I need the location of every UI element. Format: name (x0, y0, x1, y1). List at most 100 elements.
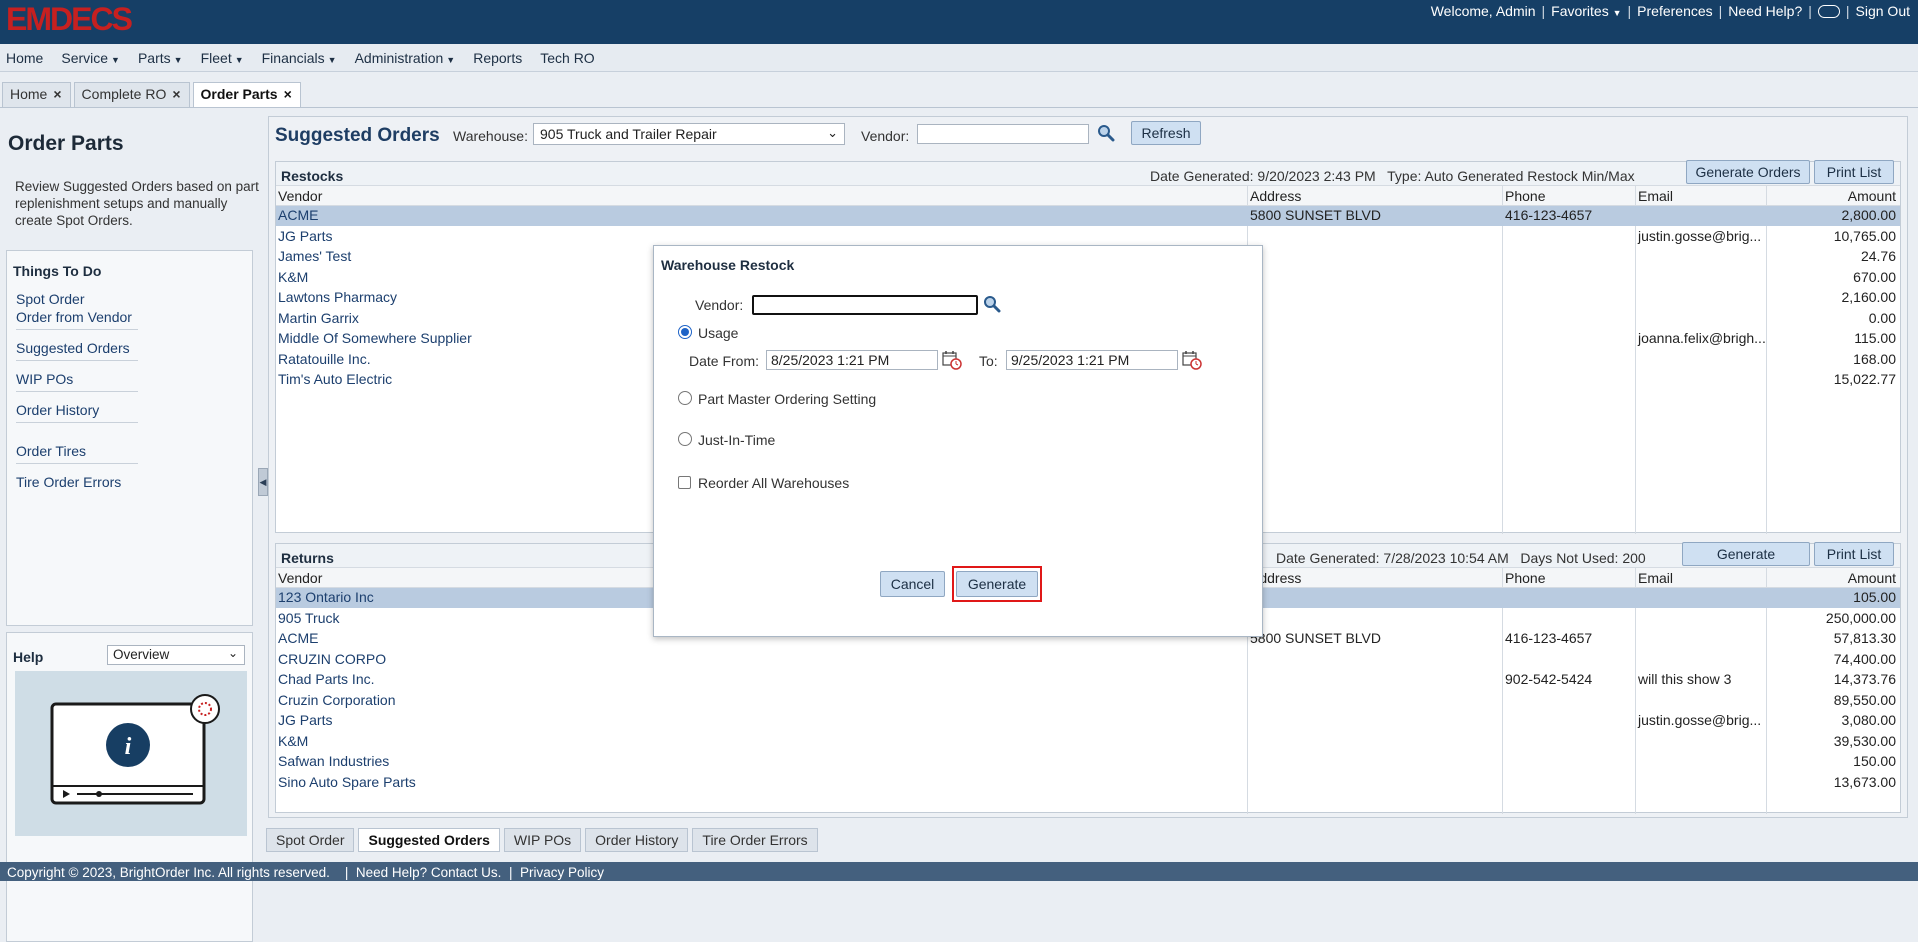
todo-suggested-orders[interactable]: Suggested Orders (16, 340, 130, 356)
bottom-tabs: Spot Order Suggested Orders WIP POs Orde… (266, 828, 818, 852)
cell-amount: 0.00 (1868, 309, 1896, 326)
document-tabs: Home × Complete RO × Order Parts × (0, 82, 301, 108)
close-icon[interactable]: × (53, 86, 61, 102)
chat-icon[interactable] (1817, 4, 1840, 18)
search-icon[interactable] (1097, 124, 1115, 142)
doc-tab-order-parts[interactable]: Order Parts × (192, 82, 301, 108)
table-row[interactable]: Chad Parts Inc. 902-542-5424 will this sho… (276, 670, 1900, 690)
vendor-input[interactable] (917, 124, 1089, 144)
generate-button[interactable]: Generate (956, 571, 1038, 597)
table-row[interactable]: CRUZIN CORPO 74,400.00 (276, 650, 1900, 670)
generate-orders-button[interactable]: Generate Orders (1686, 160, 1810, 184)
search-icon[interactable] (983, 295, 1001, 313)
help-topic-select[interactable]: Overview ⌄ (107, 645, 245, 665)
left-sidebar: Order Parts Review Suggested Orders base… (0, 108, 259, 942)
top-links: Welcome, Admin | Favorites ▼ | Preferenc… (1430, 3, 1910, 19)
cell-amount: 13,673.00 (1833, 773, 1896, 790)
to-label: To: (979, 353, 998, 369)
preferences-link[interactable]: Preferences (1637, 3, 1712, 19)
nav-administration[interactable]: Administration ▼ (355, 50, 456, 66)
chevron-down-icon: ▼ (1612, 8, 1622, 18)
todo-spot-order[interactable]: Spot Order (16, 291, 84, 307)
cell-vendor: Cruzin Corporation (278, 691, 396, 708)
nav-fleet[interactable]: Fleet ▼ (201, 50, 244, 66)
column-vendor[interactable]: Vendor (278, 188, 322, 204)
todo-order-history[interactable]: Order History (16, 402, 99, 418)
column-phone[interactable]: Phone (1505, 570, 1545, 586)
doc-tab-home[interactable]: Home × (2, 82, 71, 108)
reorder-all-warehouses-checkbox[interactable] (678, 476, 691, 489)
copyright-text: Copyright © 2023, BrightOrder Inc. All r… (7, 865, 330, 880)
cancel-button[interactable]: Cancel (880, 571, 945, 597)
need-help-link[interactable]: Need Help? (1728, 3, 1802, 19)
things-to-do-title: Things To Do (13, 263, 102, 279)
cell-vendor: 123 Ontario Inc (278, 589, 374, 605)
table-row[interactable]: ACME 5800 SUNSET BLVD 416-123-4657 2,800.00 (276, 206, 1900, 226)
tab-wip-pos[interactable]: WIP POs (503, 828, 582, 852)
column-email[interactable]: Email (1638, 570, 1673, 586)
nav-parts[interactable]: Parts ▼ (138, 50, 183, 66)
calendar-clock-icon[interactable] (942, 350, 962, 370)
emdecs-logo[interactable]: EMDECS (6, 2, 133, 36)
table-row[interactable]: K&M 39,530.00 (276, 732, 1900, 752)
table-row[interactable]: Cruzin Corporation 89,550.00 (276, 691, 1900, 711)
tab-tire-order-errors[interactable]: Tire Order Errors (692, 828, 818, 852)
refresh-button[interactable]: Refresh (1131, 121, 1201, 145)
returns-date-generated: 7/28/2023 10:54 AM (1383, 550, 1509, 566)
column-phone[interactable]: Phone (1505, 188, 1545, 204)
returns-print-list-button[interactable]: Print List (1814, 542, 1894, 566)
nav-tech-ro[interactable]: Tech RO (540, 50, 594, 66)
close-icon[interactable]: × (172, 86, 180, 102)
calendar-clock-icon[interactable] (1182, 350, 1202, 370)
cell-amount: 2,800.00 (1841, 207, 1897, 223)
table-row[interactable]: Safwan Industries 150.00 (276, 752, 1900, 772)
tab-order-history[interactable]: Order History (585, 828, 689, 852)
nav-financials[interactable]: Financials ▼ (262, 50, 337, 66)
todo-wip-pos[interactable]: WIP POs (16, 371, 73, 387)
restocks-date-generated: 9/20/2023 2:43 PM (1257, 168, 1376, 184)
table-row[interactable]: JG Parts justin.gosse@brig... 3,080.00 (276, 711, 1900, 731)
generate-returns-button[interactable]: Generate Returns (1682, 542, 1810, 584)
dialog-vendor-input[interactable] (752, 295, 978, 315)
sidebar-collapse-handle[interactable]: ◀ (258, 468, 268, 496)
contact-us-link[interactable]: Need Help? Contact Us. (356, 865, 502, 880)
page-description: Review Suggested Orders based on part re… (15, 179, 259, 228)
column-address[interactable]: Address (1250, 188, 1301, 204)
cell-vendor: JG Parts (278, 227, 333, 244)
tab-spot-order[interactable]: Spot Order (266, 828, 355, 852)
sign-out-link[interactable]: Sign Out (1856, 3, 1910, 19)
warehouse-select[interactable]: 905 Truck and Trailer Repair ⌄ (533, 123, 845, 145)
table-row[interactable]: Sino Auto Spare Parts 13,673.00 (276, 773, 1900, 793)
date-to-input[interactable]: 9/25/2023 1:21 PM (1006, 350, 1178, 370)
nav-service[interactable]: Service ▼ (61, 50, 120, 66)
dialog-title: Warehouse Restock (661, 257, 795, 273)
favorites-menu[interactable]: Favorites ▼ (1551, 3, 1621, 19)
column-vendor[interactable]: Vendor (278, 570, 322, 586)
column-amount[interactable]: Amount (1848, 570, 1896, 586)
tab-suggested-orders[interactable]: Suggested Orders (358, 828, 500, 852)
restocks-print-list-button[interactable]: Print List (1814, 160, 1894, 184)
main-nav: Home Service ▼ Parts ▼ Fleet ▼ Financials ▼ … (0, 44, 1918, 72)
column-email[interactable]: Email (1638, 188, 1673, 204)
nav-reports[interactable]: Reports (473, 50, 522, 66)
todo-order-from-vendor[interactable]: Order from Vendor (16, 309, 132, 325)
cell-vendor: Tim's Auto Electric (278, 371, 393, 387)
cell-amount: 10,765.00 (1833, 227, 1896, 244)
table-row[interactable]: JG Parts justin.gosse@brig... 10,765.00 (276, 227, 1900, 247)
todo-order-tires[interactable]: Order Tires (16, 443, 86, 459)
reorder-all-warehouses-label: Reorder All Warehouses (698, 475, 850, 491)
restocks-type: Auto Generated Restock Min/Max (1424, 168, 1635, 184)
usage-radio[interactable] (678, 325, 692, 339)
part-master-radio[interactable] (678, 391, 692, 405)
close-icon[interactable]: × (284, 86, 292, 102)
top-header: EMDECS Welcome, Admin | Favorites ▼ | Pr… (0, 0, 1918, 44)
column-amount[interactable]: Amount (1848, 188, 1896, 204)
just-in-time-radio[interactable] (678, 432, 692, 446)
nav-home[interactable]: Home (6, 50, 43, 66)
todo-tire-order-errors[interactable]: Tire Order Errors (16, 474, 121, 490)
help-video[interactable]: i (15, 671, 247, 836)
date-from-input[interactable]: 8/25/2023 1:21 PM (766, 350, 938, 370)
cell-vendor: Martin Garrix (278, 309, 359, 326)
doc-tab-complete-ro[interactable]: Complete RO × (73, 82, 190, 108)
privacy-policy-link[interactable]: Privacy Policy (520, 865, 604, 880)
